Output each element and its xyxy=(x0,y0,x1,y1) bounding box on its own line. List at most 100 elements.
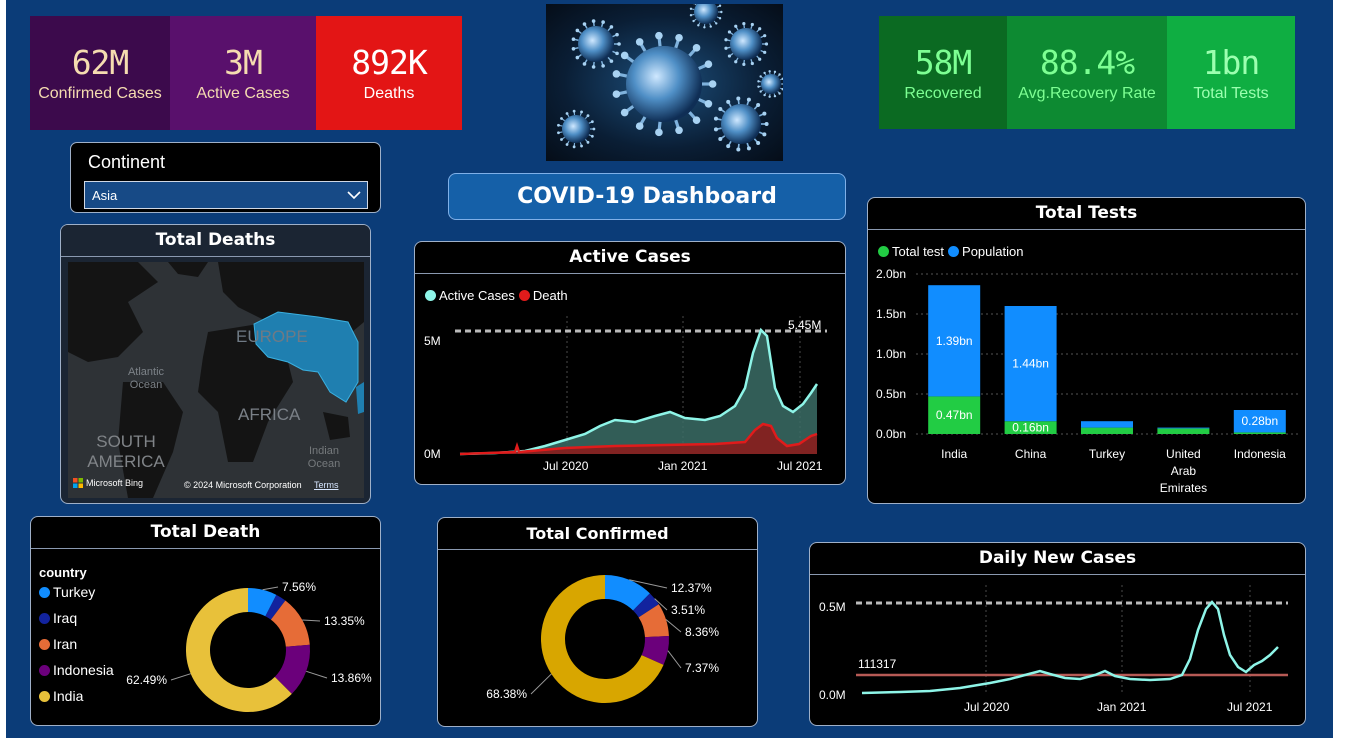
kpi-recovered: 58M Recovered xyxy=(879,16,1007,129)
legend-item-death: Death xyxy=(518,288,568,303)
kpi-value: 892K xyxy=(351,43,427,82)
continent-dropdown[interactable]: Asia xyxy=(84,181,368,209)
bar-total-test[interactable] xyxy=(1081,427,1133,434)
dropdown-selected-value: Asia xyxy=(92,188,118,203)
y-tick-label: 0.0bn xyxy=(876,427,906,441)
x-category-label: Arab xyxy=(1171,464,1197,478)
total-confirmed-donut-panel: Total Confirmed 12.37% 3.51% 8.36% 7.37% 68.… xyxy=(437,517,758,727)
map-label-atlantic: Atlantic Ocean xyxy=(128,366,165,391)
map-label-south-america: SOUTH AMERICA xyxy=(87,432,165,471)
active-cases-legend: Active Cases Death xyxy=(425,288,568,303)
virus-illustration xyxy=(557,4,783,152)
donut-data-label: 8.36% xyxy=(685,625,719,639)
y-tick-05m: 0.5M xyxy=(819,600,846,614)
donut-data-label: 13.35% xyxy=(324,614,365,628)
x-category-label: Indonesia xyxy=(1234,447,1286,461)
map-label-europe: EUROPE xyxy=(236,327,308,346)
x-tick-jan-2021: Jan 2021 xyxy=(658,459,708,473)
kpi-label: Recovered xyxy=(904,84,982,102)
bar-total-test[interactable] xyxy=(1157,428,1210,434)
kpi-label: Total Tests xyxy=(1193,84,1269,102)
total-tests-legend: Total test Population xyxy=(878,244,1023,259)
y-tick-00m: 0.0M xyxy=(819,688,846,702)
kpi-deaths: 892K Deaths xyxy=(316,16,462,130)
bar-population[interactable] xyxy=(1157,427,1210,429)
total-tests-title: Total Tests xyxy=(868,198,1305,230)
daily-new-cases-plot[interactable]: 111317 0.5M 0.0M Jul 2020 Jan 2021 Jul 2… xyxy=(810,575,1306,726)
y-tick-label: 2.0bn xyxy=(876,267,906,281)
donut-data-label: 7.37% xyxy=(685,661,719,675)
total-death-donut-panel: Total Death country Turkey Iraq Iran Indone… xyxy=(30,516,381,726)
donut-data-label: 12.37% xyxy=(671,581,712,595)
donut-leader-line xyxy=(170,673,191,681)
kpi-label: Deaths xyxy=(363,85,415,102)
kpi-label: Avg.Recovery Rate xyxy=(1018,84,1156,102)
y-tick-5m: 5M xyxy=(424,334,441,348)
total-confirmed-donut[interactable]: 12.37% 3.51% 8.36% 7.37% 68.38% xyxy=(438,550,758,727)
kpi-avg-recovery-rate: 88.4% Avg.Recovery Rate xyxy=(1007,16,1167,129)
bar-data-label: 0.16bn xyxy=(1012,421,1049,435)
bing-brand: Microsoft Bing xyxy=(86,478,144,488)
x-tick-jul-2020-b: Jul 2020 xyxy=(964,700,1010,714)
map-title: Total Deaths xyxy=(61,225,370,257)
total-death-donut[interactable]: 7.56% 13.35% 13.86% 62.49% xyxy=(31,549,381,726)
y-tick-label: 1.5bn xyxy=(876,307,906,321)
active-cases-panel: Active Cases Active Cases Death 5.45M 5M… xyxy=(414,241,846,485)
bar-data-label: 0.28bn xyxy=(1241,414,1278,428)
dashboard-canvas: 62M Confirmed Cases 3M Active Cases 892K… xyxy=(6,0,1333,738)
y-tick-0m: 0M xyxy=(424,447,441,461)
chevron-down-icon[interactable] xyxy=(347,190,361,200)
active-cases-plot[interactable]: 5.45M 5M 0M Jul 2020 Jan 2021 Jul 2021 xyxy=(415,308,846,485)
donut-leader-line xyxy=(306,670,328,679)
bar-total-test[interactable] xyxy=(1233,432,1286,434)
kpi-total-tests: 1bn Total Tests xyxy=(1167,16,1295,129)
dashboard-title: COVID-19 Dashboard xyxy=(517,184,777,209)
donut-data-label: 62.49% xyxy=(126,673,167,687)
x-category-label: China xyxy=(1015,447,1047,461)
kpi-label: Confirmed Cases xyxy=(38,85,162,102)
total-deaths-map-panel: Total Deaths EUROPE Atlantic Ocean AFRICA… xyxy=(60,224,371,504)
total-tests-bar-chart[interactable]: 2.0bn 1.5bn 1.0bn 0.5bn 0.0bn 0.47bn 1.39bn Ind… xyxy=(868,264,1306,504)
virus-image xyxy=(546,4,783,161)
legend-item-population: Population xyxy=(948,244,1023,259)
kpi-value: 1bn xyxy=(1202,42,1261,82)
donut-leader-line xyxy=(667,650,682,669)
kpi-value: 58M xyxy=(914,42,973,82)
bar-population[interactable] xyxy=(1081,421,1133,428)
daily-new-cases-panel: Daily New Cases 111317 0.5M 0.0M Jul 202… xyxy=(809,542,1306,726)
bar-data-label: 1.39bn xyxy=(936,334,973,348)
microsoft-logo-icon xyxy=(73,478,83,488)
x-tick-jul-2021: Jul 2021 xyxy=(777,459,823,473)
daily-new-cases-title: Daily New Cases xyxy=(810,543,1305,575)
donut-data-label: 7.56% xyxy=(282,580,316,594)
active-cases-title: Active Cases xyxy=(415,242,845,274)
slicer-title: Continent xyxy=(88,152,166,172)
total-confirmed-title: Total Confirmed xyxy=(438,518,757,550)
x-category-label: India xyxy=(941,447,967,461)
map-canvas[interactable]: EUROPE Atlantic Ocean AFRICA SOUTH AMERICA… xyxy=(68,262,364,498)
map-terms-link[interactable]: Terms xyxy=(314,480,339,490)
donut-data-label: 3.51% xyxy=(671,603,705,617)
x-tick-jul-2020: Jul 2020 xyxy=(543,459,589,473)
legend-item-total-test: Total test xyxy=(878,244,944,259)
map-label-indian: Indian Ocean xyxy=(308,445,340,470)
donut-leader-line xyxy=(302,619,321,622)
kpi-value: 88.4% xyxy=(1039,42,1135,82)
kpi-label: Active Cases xyxy=(196,85,290,102)
y-tick-label: 1.0bn xyxy=(876,347,906,361)
x-tick-jan-2021-b: Jan 2021 xyxy=(1097,700,1147,714)
y-tick-label: 0.5bn xyxy=(876,387,906,401)
map-label-africa: AFRICA xyxy=(238,405,301,424)
donut-data-label: 68.38% xyxy=(486,687,527,701)
bar-data-label: 1.44bn xyxy=(1012,357,1049,371)
world-map[interactable]: EUROPE Atlantic Ocean AFRICA SOUTH AMERICA… xyxy=(68,262,364,498)
total-tests-panel: Total Tests Total test Population 2.0bn 1… xyxy=(867,197,1306,504)
daily-average-label: 111317 xyxy=(858,657,897,671)
bar-data-label: 0.47bn xyxy=(936,408,973,422)
x-category-label: Emirates xyxy=(1160,481,1207,495)
donut-leader-line xyxy=(530,673,552,695)
bing-attribution: Microsoft Bing xyxy=(73,478,143,488)
daily-cases-line xyxy=(861,600,1279,695)
peak-label: 5.45M xyxy=(788,318,821,332)
map-copyright: © 2024 Microsoft Corporation xyxy=(184,480,302,490)
